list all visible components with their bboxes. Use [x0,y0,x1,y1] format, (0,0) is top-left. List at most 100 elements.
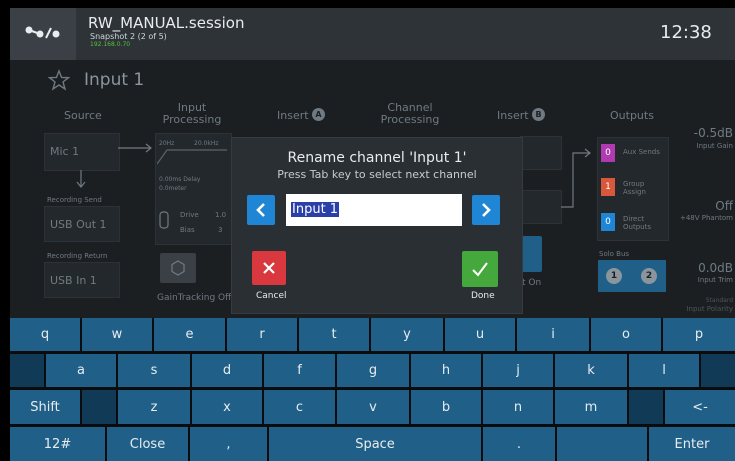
key-t[interactable]: t [299,318,369,351]
app-logo[interactable] [10,8,76,60]
aux-sends-badge[interactable]: 0 [601,144,615,162]
key-q[interactable]: q [10,318,80,351]
key-e[interactable]: e [154,318,225,351]
recording-send-label: Recording Send [47,196,102,204]
key-comma[interactable]: , [190,427,267,461]
key-y[interactable]: y [371,318,443,351]
key-w[interactable]: w [82,318,152,351]
session-title: RW_MANUAL.session [88,14,245,32]
gaintracking-label: GainTracking Off [157,293,232,303]
filter-high: 20.0kHz [194,140,219,147]
key-backspace[interactable]: <- [665,390,735,424]
key-x[interactable]: x [192,390,262,424]
key-b[interactable]: b [411,390,481,424]
key-period[interactable]: . [483,427,555,461]
done-label: Done [471,291,495,301]
key-d[interactable]: d [192,354,262,387]
clock: 12:38 [660,22,712,43]
key-close[interactable]: Close [107,427,188,461]
previous-channel-button[interactable] [247,195,275,225]
filter-low: 20Hz [159,140,175,147]
column-insert-b: Insert [497,109,529,122]
gaintracking-button[interactable] [160,253,196,283]
hexagon-icon [171,260,185,276]
star-icon[interactable] [48,69,70,91]
cut-button[interactable] [522,236,542,272]
column-channel-processing: Channel Processing [380,101,440,126]
column-outputs: Outputs [610,109,654,122]
solo-bus-1[interactable]: 1 [606,268,622,284]
key-i[interactable]: i [517,318,589,351]
key-g[interactable]: g [337,354,409,387]
key-r[interactable]: r [227,318,297,351]
direct-outputs-label: Direct Outputs [623,215,651,231]
key-l[interactable]: l [629,354,699,387]
phantom-label: +48V Phantom [679,214,733,222]
key-numbers[interactable]: 12# [10,427,105,461]
tube-icon [159,211,169,229]
solo-bus-label: Solo Bus [599,250,630,258]
channel-name: Input 1 [84,70,145,90]
input-trim-value[interactable]: 0.0dB [680,261,733,275]
close-icon [263,262,275,274]
bias-value: 3 [218,226,223,234]
key-spacer-row3-right [629,390,663,424]
signal-arrow-icon [118,143,152,153]
direct-outputs-badge[interactable]: 0 [601,213,615,231]
key-o[interactable]: o [591,318,661,351]
key-a[interactable]: a [46,354,116,387]
drive-value: 1.0 [215,211,227,219]
key-z[interactable]: z [118,390,190,424]
column-input-processing: Input Processing [162,101,222,126]
source-value: Mic 1 [50,145,80,158]
key-v[interactable]: v [337,390,409,424]
key-enter[interactable]: Enter [649,427,735,461]
input-gain-value[interactable]: -0.5dB [680,126,733,140]
checkmark-icon [472,262,488,277]
on-screen-keyboard: q w e r t y u i o p a s d f g h j k l Sh… [10,318,735,461]
key-s[interactable]: s [118,354,190,387]
snapshot-label: Snapshot 2 (2 of 5) [90,32,167,41]
recording-return-value: USB In 1 [50,274,97,287]
key-blank[interactable] [557,427,647,461]
input-polarity-label: Input Polarity [686,305,733,313]
group-assign-label: Group Assign [623,180,646,196]
bias-label: Bias [180,226,195,234]
channel-name-input[interactable]: Input 1 [286,194,462,226]
input-gain-label: Input Gain [696,142,733,150]
key-h[interactable]: h [411,354,481,387]
cancel-label: Cancel [256,291,287,301]
channel-processing-slot[interactable] [520,190,562,224]
phantom-value[interactable]: Off [680,199,733,213]
down-arrow-icon [76,170,86,188]
column-source: Source [64,109,102,122]
logo-icon [25,26,60,39]
chevron-right-icon [482,203,491,217]
group-assign-badge[interactable]: 1 [601,178,615,196]
channel-name-input-value: Input 1 [291,202,340,217]
insert-b-slot[interactable] [520,136,562,170]
key-m[interactable]: m [555,390,627,424]
next-channel-button[interactable] [472,195,500,225]
key-j[interactable]: j [483,354,553,387]
key-n[interactable]: n [483,390,553,424]
input-polarity-value[interactable]: Standard [672,297,733,304]
recording-send-value: USB Out 1 [50,218,107,231]
key-u[interactable]: u [445,318,515,351]
key-f[interactable]: f [264,354,335,387]
dialog-title: Rename channel 'Input 1' [287,150,467,166]
insert-a-badge: A [312,108,325,121]
key-shift[interactable]: Shift [10,390,80,424]
key-space[interactable]: Space [269,427,481,461]
chevron-left-icon [256,203,265,217]
dialog-subtitle: Press Tab key to select next channel [277,168,477,181]
key-c[interactable]: c [264,390,335,424]
done-button[interactable] [462,251,498,287]
key-spacer-left [10,354,44,387]
key-p[interactable]: p [663,318,735,351]
cancel-button[interactable] [252,251,286,285]
key-k[interactable]: k [555,354,627,387]
solo-bus-2[interactable]: 2 [641,268,657,284]
insert-b-badge: B [532,108,545,121]
ip-address: 192.168.0.70 [90,41,131,48]
